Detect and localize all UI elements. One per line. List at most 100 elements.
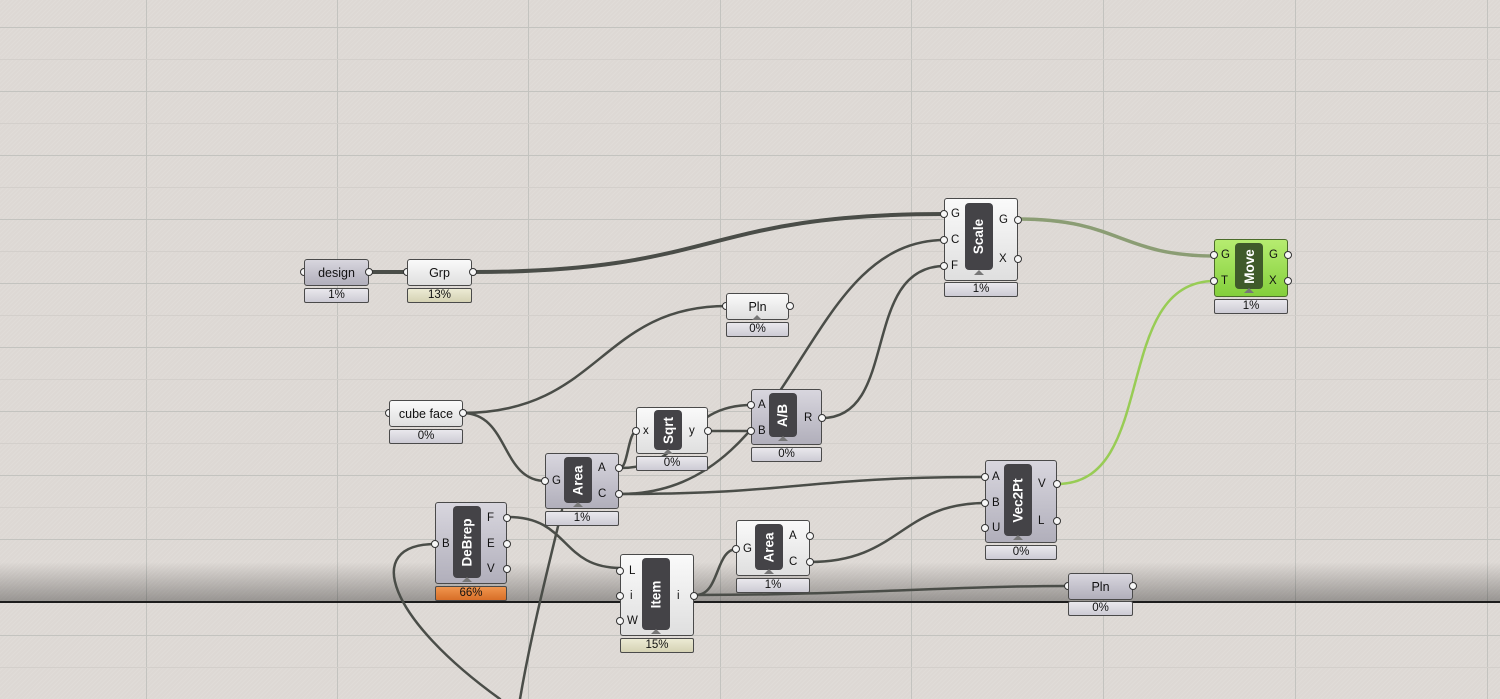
status-bar: 0% <box>726 322 789 337</box>
output-pin-x[interactable] <box>1284 277 1292 285</box>
input-label-f: F <box>951 260 959 272</box>
output-label-l: L <box>1038 515 1045 527</box>
output-pin-a[interactable] <box>806 532 814 540</box>
input-pin-g[interactable] <box>1210 251 1218 259</box>
param-body[interactable]: Pln <box>1068 573 1133 600</box>
status-bar: 0% <box>636 456 708 471</box>
status-bar: 0% <box>1068 601 1133 616</box>
input-label-b: B <box>992 497 1000 509</box>
input-pin-x[interactable] <box>632 427 640 435</box>
wire-cubeface-area[interactable] <box>460 411 548 483</box>
title-notch <box>764 569 774 574</box>
input-pin-u[interactable] <box>981 524 989 532</box>
title-notch <box>651 629 661 634</box>
input-label-w: W <box>627 615 638 627</box>
output-pin[interactable] <box>365 268 373 276</box>
component-title: Area <box>755 524 783 570</box>
param-body[interactable]: cube face <box>389 400 463 427</box>
output-label-v: V <box>1038 478 1046 490</box>
input-label-c: C <box>951 234 960 246</box>
wire-area2-vec2pt[interactable] <box>808 501 988 564</box>
wire-scale-move[interactable] <box>1016 217 1217 258</box>
param-label: Pln <box>1091 579 1110 594</box>
status-bar-warning: 66% <box>435 586 507 601</box>
input-label-g: G <box>951 208 960 220</box>
output-pin-g[interactable] <box>1014 216 1022 224</box>
title-notch <box>778 436 788 441</box>
input-label-i: i <box>630 590 633 602</box>
output-label-x: X <box>999 253 1007 265</box>
input-pin-w[interactable] <box>616 617 624 625</box>
input-pin-g[interactable] <box>940 210 948 218</box>
component-title: Area <box>564 457 592 503</box>
title-notch <box>974 270 984 275</box>
status-bar: 1% <box>944 282 1018 297</box>
output-label-y: y <box>689 425 695 437</box>
wire-grp-scale[interactable] <box>471 212 947 274</box>
output-pin-l[interactable] <box>1053 517 1061 525</box>
input-pin-g[interactable] <box>541 477 549 485</box>
output-pin-g[interactable] <box>1284 251 1292 259</box>
input-label-t: T <box>1221 275 1229 287</box>
output-pin-x[interactable] <box>1014 255 1022 263</box>
input-pin-c[interactable] <box>940 236 948 244</box>
output-label-g: G <box>1269 249 1278 261</box>
input-label-u: U <box>992 522 1001 534</box>
input-pin-i[interactable] <box>616 592 624 600</box>
component-title: DeBrep <box>453 506 481 578</box>
status-bar: 1% <box>304 288 369 303</box>
status-bar: 1% <box>736 578 810 593</box>
output-pin[interactable] <box>459 409 467 417</box>
output-label-v: V <box>487 563 495 575</box>
input-pin-g[interactable] <box>732 545 740 553</box>
param-label: design <box>318 265 355 280</box>
param-label: Grp <box>429 265 450 280</box>
component-title: Sqrt <box>654 410 682 450</box>
output-pin-c[interactable] <box>806 558 814 566</box>
status-bar: 0% <box>751 447 822 462</box>
status-bar: 15% <box>620 638 694 653</box>
input-pin-a[interactable] <box>981 473 989 481</box>
input-pin-t[interactable] <box>1210 277 1218 285</box>
output-pin-c[interactable] <box>615 490 623 498</box>
input-pin-b[interactable] <box>981 499 989 507</box>
input-pin-b[interactable] <box>747 427 755 435</box>
input-label-b: B <box>442 538 450 550</box>
output-label-e: E <box>487 538 495 550</box>
param-body[interactable]: design <box>304 259 369 286</box>
component-title: A/B <box>769 393 797 437</box>
output-pin[interactable] <box>1129 582 1137 590</box>
output-label-f: F <box>487 512 495 524</box>
input-pin-l[interactable] <box>616 567 624 575</box>
input-pin-f[interactable] <box>940 262 948 270</box>
output-pin-e[interactable] <box>503 540 511 548</box>
wire-item-area2[interactable] <box>694 547 739 597</box>
wire-offscreen-area[interactable] <box>518 508 564 699</box>
output-pin-v[interactable] <box>1053 480 1061 488</box>
output-pin[interactable] <box>786 302 794 310</box>
wire-area-sqrt[interactable] <box>618 429 639 470</box>
input-label-b: B <box>758 425 766 437</box>
param-body[interactable]: Grp <box>407 259 472 286</box>
output-pin-y[interactable] <box>704 427 712 435</box>
title-notch <box>1013 535 1023 540</box>
output-pin-f[interactable] <box>503 514 511 522</box>
wire-cubeface-pln[interactable] <box>460 304 729 415</box>
output-pin[interactable] <box>469 268 477 276</box>
input-label-g: G <box>743 543 752 555</box>
input-label-g: G <box>1221 249 1230 261</box>
title-notch <box>462 577 472 582</box>
param-label: cube face <box>398 406 454 421</box>
wire-vec2pt-move[interactable] <box>1055 279 1217 486</box>
output-pin-a[interactable] <box>615 464 623 472</box>
output-pin-r[interactable] <box>818 414 826 422</box>
output-label-x: X <box>1269 275 1277 287</box>
input-pin-b[interactable] <box>431 540 439 548</box>
input-pin-a[interactable] <box>747 401 755 409</box>
output-pin-i[interactable] <box>690 592 698 600</box>
output-pin-v[interactable] <box>503 565 511 573</box>
component-title: Vec2Pt <box>1004 464 1032 536</box>
input-label-a: A <box>758 399 766 411</box>
wire-div-scale-f[interactable] <box>820 264 947 420</box>
graph-canvas[interactable]: design 1% Grp 13% Pln 0% cube face 0% G … <box>0 0 1500 699</box>
